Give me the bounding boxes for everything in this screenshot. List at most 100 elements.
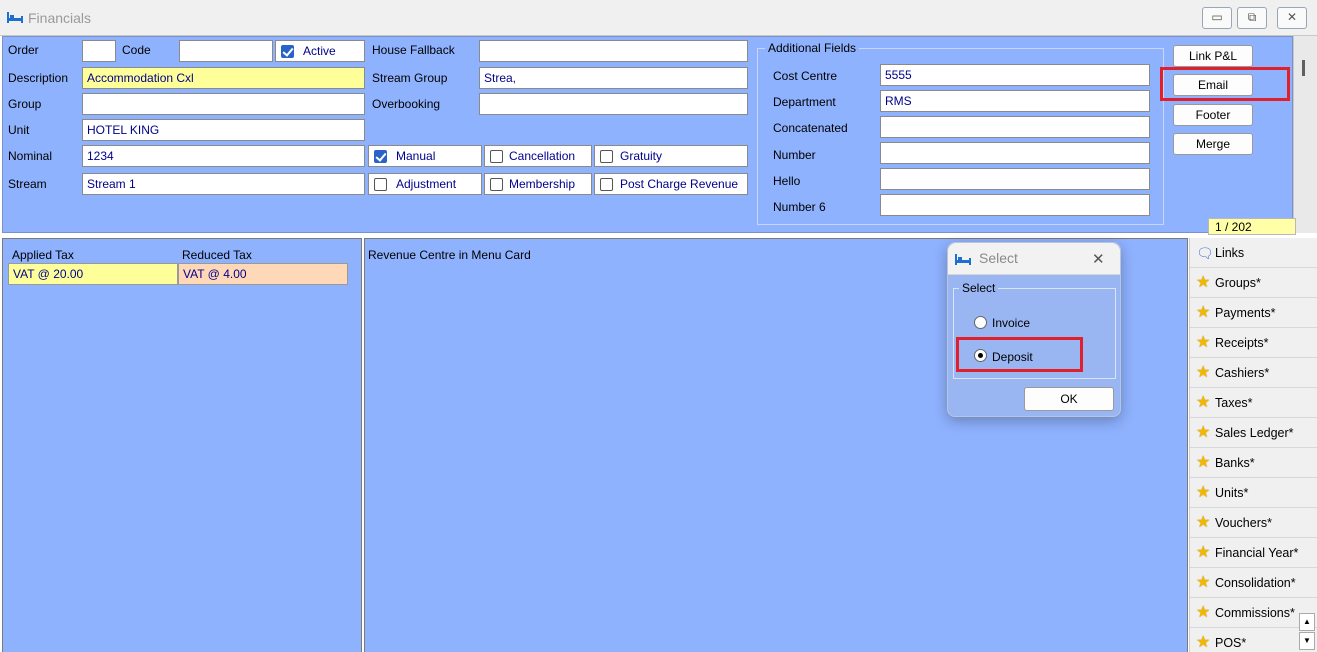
revenue-centre-title: Revenue Centre in Menu Card: [368, 248, 531, 262]
unit-field[interactable]: HOTEL KING: [82, 119, 365, 141]
number-label: Number: [773, 148, 816, 162]
hello-field[interactable]: [880, 168, 1150, 190]
gratuity-checkbox[interactable]: Gratuity: [594, 145, 748, 167]
deposit-option-highlight: [956, 337, 1083, 372]
nav-item-vouchers[interactable]: ★ Vouchers*: [1190, 508, 1317, 538]
close-icon: ✕: [1286, 10, 1298, 24]
nav-item-label: Sales Ledger*: [1215, 426, 1294, 440]
email-button-highlight: [1160, 67, 1290, 101]
manual-checkbox[interactable]: Manual: [368, 145, 482, 167]
nav-item-label: Financial Year*: [1215, 546, 1299, 560]
checkbox-icon: [600, 178, 613, 191]
nav-item-commissions[interactable]: ★ Commissions*: [1190, 598, 1317, 628]
nav-item-sales-ledger[interactable]: ★ Sales Ledger*: [1190, 418, 1317, 448]
checkbox-icon: [374, 178, 387, 191]
applied-tax-cell[interactable]: VAT @ 20.00: [8, 263, 178, 285]
house-fallback-field[interactable]: [479, 40, 748, 62]
cost-centre-label: Cost Centre: [773, 69, 838, 83]
code-field[interactable]: [179, 40, 273, 62]
reduced-tax-cell[interactable]: VAT @ 4.00: [178, 263, 348, 285]
dialog-close-icon[interactable]: ✕: [1092, 250, 1105, 268]
description-field[interactable]: Accommodation Cxl: [82, 67, 365, 89]
nav-item-financial-year[interactable]: ★ Financial Year*: [1190, 538, 1317, 568]
bed-icon: [7, 12, 23, 23]
stream-label: Stream: [8, 177, 47, 191]
membership-checkbox[interactable]: Membership: [484, 173, 592, 195]
invoice-radio[interactable]: [974, 316, 987, 329]
bed-icon: [955, 254, 971, 265]
star-icon: ★: [1196, 634, 1211, 651]
record-counter: 1 / 202: [1208, 218, 1296, 235]
number-6-field[interactable]: [880, 194, 1150, 216]
description-label: Description: [8, 71, 69, 85]
adjustment-checkbox[interactable]: Adjustment: [368, 173, 482, 195]
stream-group-field[interactable]: Strea,: [479, 67, 748, 89]
nav-item-label: Units*: [1215, 486, 1249, 500]
nav-item-label: Links: [1215, 246, 1245, 260]
nav-item-groups[interactable]: ★ Groups*: [1190, 268, 1317, 298]
link-pl-button[interactable]: Link P&L: [1173, 45, 1253, 67]
ok-button[interactable]: OK: [1024, 387, 1114, 411]
nav-item-consolidation[interactable]: ★ Consolidation*: [1190, 568, 1317, 598]
scrollbar-thumb[interactable]: [1302, 60, 1305, 76]
nominal-field[interactable]: 1234: [82, 145, 365, 167]
nav-item-label: POS*: [1215, 636, 1247, 650]
arrow-down-icon: ▼: [1303, 636, 1311, 645]
nav-item-banks[interactable]: ★ Banks*: [1190, 448, 1317, 478]
form-scrollbar[interactable]: [1293, 36, 1317, 233]
active-checkbox-label: Active: [303, 44, 336, 58]
nav-item-label: Vouchers*: [1215, 516, 1272, 530]
nav-item-label: Commissions*: [1215, 606, 1295, 620]
overbooking-field[interactable]: [479, 93, 748, 115]
checkbox-checked-icon: [374, 150, 387, 163]
nav-item-receipts[interactable]: ★ Receipts*: [1190, 328, 1317, 358]
cost-centre-field[interactable]: 5555: [880, 64, 1150, 86]
post-charge-revenue-checkbox[interactable]: Post Charge Revenue: [594, 173, 748, 195]
merge-button[interactable]: Merge: [1173, 133, 1253, 155]
scroll-down-button[interactable]: ▼: [1299, 632, 1315, 650]
group-field[interactable]: [82, 93, 365, 115]
stream-group-label: Stream Group: [372, 71, 448, 85]
stream-field[interactable]: Stream 1: [82, 173, 365, 195]
star-icon: ★: [1196, 484, 1211, 501]
nav-item-label: Receipts*: [1215, 336, 1269, 350]
nav-item-links[interactable]: 🗨 Links: [1190, 238, 1317, 268]
star-icon: ★: [1196, 574, 1211, 591]
concatenated-field[interactable]: [880, 116, 1150, 138]
star-icon: ★: [1196, 454, 1211, 471]
footer-button[interactable]: Footer: [1173, 104, 1253, 126]
nav-item-payments[interactable]: ★ Payments*: [1190, 298, 1317, 328]
order-label: Order: [8, 43, 39, 57]
number-field[interactable]: [880, 142, 1150, 164]
number-6-label: Number 6: [773, 200, 826, 214]
department-field[interactable]: RMS: [880, 90, 1150, 112]
nav-item-pos[interactable]: ★ POS*: [1190, 628, 1317, 652]
minimize-icon: ▭: [1211, 10, 1223, 24]
nav-item-label: Cashiers*: [1215, 366, 1270, 380]
minimize-button[interactable]: ▭: [1202, 7, 1232, 29]
window-titlebar: [0, 0, 1317, 36]
cancellation-checkbox[interactable]: Cancellation: [484, 145, 592, 167]
order-field[interactable]: [82, 40, 116, 62]
star-icon: ★: [1196, 394, 1211, 411]
manual-checkbox-label: Manual: [396, 149, 436, 163]
nav-item-units[interactable]: ★ Units*: [1190, 478, 1317, 508]
checkbox-icon: [490, 150, 503, 163]
nav-item-label: Consolidation*: [1215, 576, 1296, 590]
restore-button[interactable]: ⧉: [1237, 7, 1267, 29]
nav-item-cashiers[interactable]: ★ Cashiers*: [1190, 358, 1317, 388]
additional-fields-legend: Additional Fields: [765, 41, 860, 55]
adjustment-checkbox-label: Adjustment: [396, 177, 457, 191]
invoice-radio-label[interactable]: Invoice: [992, 316, 1030, 330]
scroll-up-button[interactable]: ▲: [1299, 613, 1315, 631]
dialog-group-legend: Select: [959, 281, 999, 295]
nav-item-taxes[interactable]: ★ Taxes*: [1190, 388, 1317, 418]
arrow-up-icon: ▲: [1303, 617, 1311, 626]
star-icon: ★: [1196, 304, 1211, 321]
department-label: Department: [773, 95, 836, 109]
window-title: Financials: [28, 10, 92, 26]
star-icon: ★: [1196, 604, 1211, 621]
active-checkbox[interactable]: Active: [275, 40, 365, 62]
nav-item-label: Groups*: [1215, 276, 1261, 290]
close-button[interactable]: ✕: [1277, 7, 1307, 29]
